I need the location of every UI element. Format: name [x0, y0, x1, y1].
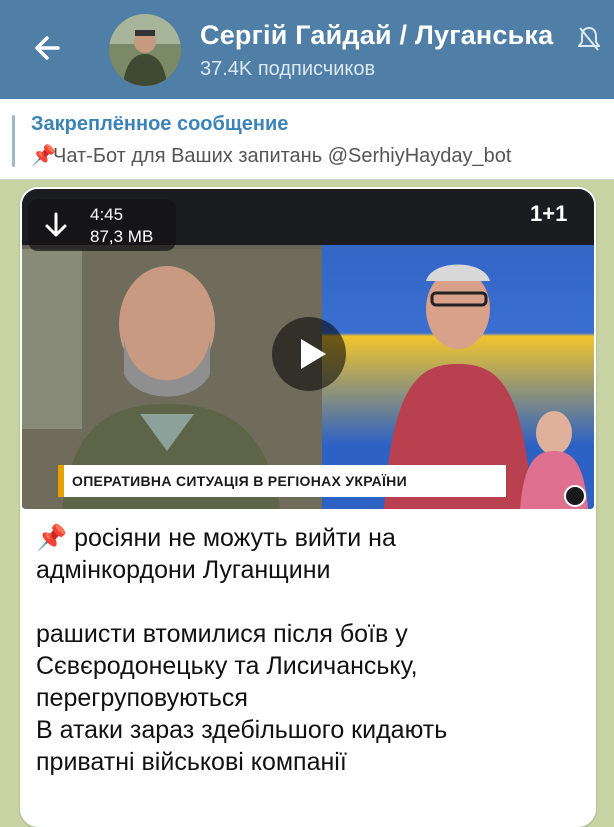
message-line: рашисти втомилися після боїв у [36, 620, 408, 648]
play-icon [301, 339, 326, 369]
pinned-text-row: 📌Чат-Бот для Ваших запитань @SerhiyHayda… [31, 143, 511, 168]
pinned-text: Чат-Бот для Ваших запитань @SerhiyHayday… [53, 145, 512, 167]
pushpin-icon: 📌 [36, 524, 68, 552]
message-text: 📌 росіяни не можуть вийти на адмінкордон… [36, 522, 584, 778]
pinned-indicator [12, 115, 15, 167]
subscriber-count: 37.4K подписчиков [200, 58, 376, 80]
channel-avatar[interactable] [109, 14, 181, 86]
muted-icon [578, 26, 600, 51]
message-bubble: 1+1 ОПЕРАТИВНА СИТУАЦІЯ В РЕГІОНАХ УКРАЇ… [20, 187, 596, 827]
age-rating-icon [564, 485, 586, 507]
channel-logo: 1+1 [530, 201, 568, 226]
channel-title[interactable]: Сергій Гайдай / Луганська [200, 20, 572, 51]
pushpin-icon: 📌 [31, 145, 56, 167]
back-arrow-icon[interactable] [30, 30, 66, 66]
message-line: В атаки зараз здебільшого кидають [36, 716, 448, 744]
message-line: адмінкордони Луганщини [36, 556, 331, 584]
message-line: перегруповуються [36, 684, 248, 712]
download-badge[interactable]: 4:45 87,3 MB [28, 199, 176, 251]
chat-header: Сергій Гайдай / Луганська 37.4K подписчи… [0, 0, 614, 99]
message-line: 📌 росіяни не можуть вийти на [36, 524, 396, 552]
pinned-message-bar[interactable]: Закреплённое сообщение 📌Чат-Бот для Ваши… [0, 99, 614, 180]
play-button[interactable] [272, 317, 346, 391]
download-icon[interactable] [42, 211, 70, 239]
video-file-size: 87,3 MB [90, 227, 154, 246]
video-thumbnail[interactable]: 1+1 ОПЕРАТИВНА СИТУАЦІЯ В РЕГІОНАХ УКРАЇ… [22, 189, 594, 509]
news-banner: ОПЕРАТИВНА СИТУАЦІЯ В РЕГІОНАХ УКРАЇНИ [58, 465, 506, 497]
message-line: Сєвєродонецьку та Лисичанську, [36, 652, 418, 680]
pinned-label: Закреплённое сообщение [31, 113, 289, 135]
video-duration: 4:45 [90, 205, 124, 224]
news-banner-text: ОПЕРАТИВНА СИТУАЦІЯ В РЕГІОНАХ УКРАЇНИ [72, 473, 407, 489]
message-line: приватні військові компанії [36, 748, 347, 776]
